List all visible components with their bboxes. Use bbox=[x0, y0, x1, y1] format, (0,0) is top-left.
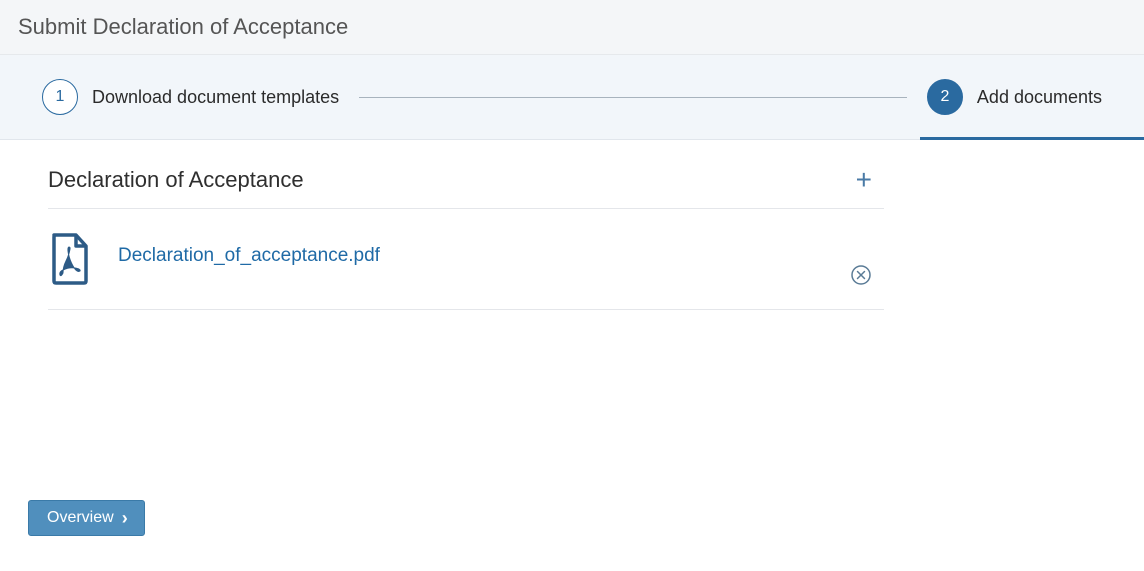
wizard-steps: 1 Download document templates 2 Add docu… bbox=[0, 55, 1144, 140]
step-label-2: Add documents bbox=[977, 87, 1102, 108]
section-header: Declaration of Acceptance + bbox=[48, 152, 884, 209]
file-row: Declaration_of_acceptance.pdf bbox=[48, 209, 884, 310]
active-step-indicator bbox=[920, 137, 1144, 140]
remove-file-button[interactable] bbox=[850, 264, 872, 291]
step-number-2: 2 bbox=[927, 79, 963, 115]
page-header: Submit Declaration of Acceptance bbox=[0, 0, 1144, 55]
add-document-button[interactable]: + bbox=[844, 166, 884, 194]
overview-label: Overview bbox=[47, 509, 114, 527]
section-title: Declaration of Acceptance bbox=[48, 167, 304, 193]
overview-button[interactable]: Overview › bbox=[28, 500, 145, 536]
step-number-1: 1 bbox=[42, 79, 78, 115]
pdf-icon bbox=[48, 233, 90, 285]
wizard-connector bbox=[359, 97, 907, 98]
step-label-1: Download document templates bbox=[92, 87, 339, 108]
plus-icon: + bbox=[856, 164, 872, 195]
chevron-right-icon: › bbox=[122, 509, 128, 527]
main-content: Declaration of Acceptance + Declaration_… bbox=[0, 140, 912, 310]
page-title: Submit Declaration of Acceptance bbox=[18, 14, 348, 39]
wizard-step-2[interactable]: 2 Add documents bbox=[927, 79, 1102, 115]
file-link[interactable]: Declaration_of_acceptance.pdf bbox=[118, 245, 380, 267]
footer: Overview › bbox=[28, 500, 145, 536]
wizard-step-1[interactable]: 1 Download document templates bbox=[42, 79, 339, 115]
close-circle-icon bbox=[850, 264, 872, 286]
